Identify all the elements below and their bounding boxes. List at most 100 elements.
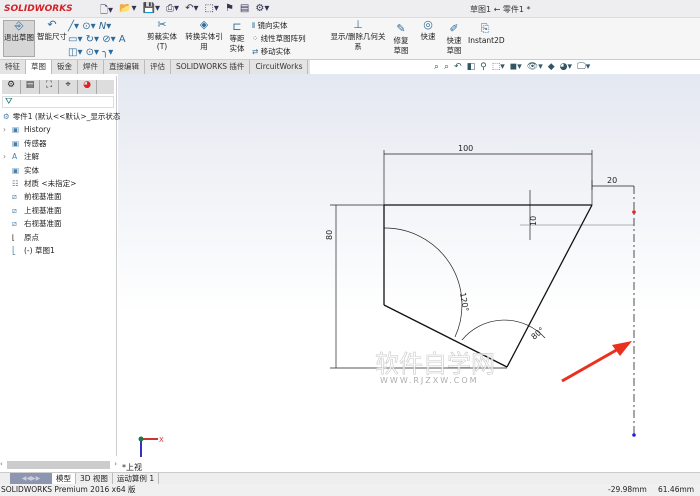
sensor-icon: ▣: [12, 138, 20, 148]
plane-icon: ⧄: [12, 205, 17, 215]
plane-icon: ⧄: [12, 219, 17, 229]
tree-item-sketch1[interactable]: ⎣ (-) 草图1: [0, 244, 116, 257]
feature-manager-panel: ⚙ ▤ ⛶ ⌖ ◕ ⛛ ⚙ 零件1 (默认<<默认>_显示状态 › ▣ History…: [0, 76, 120, 456]
repair-sketch-button[interactable]: ✎ 修复草图: [390, 22, 412, 56]
configuration-tab-icon[interactable]: ⛶: [40, 80, 59, 94]
tree-item-solid-bodies[interactable]: ▣ 实体: [0, 164, 116, 177]
tab-model[interactable]: 模型: [52, 473, 76, 484]
view-orientation-icon[interactable]: ⬚▾: [492, 62, 505, 72]
move-icon: ⇄: [252, 47, 261, 56]
tree-item-history[interactable]: › ▣ History: [0, 123, 116, 136]
origin-triad: X: [138, 436, 164, 457]
tree-item-right-plane[interactable]: ⧄ 右视基准面: [0, 217, 116, 230]
display-relations-button[interactable]: ⊥ 显示/删除几何关系: [328, 18, 388, 52]
exit-sketch-icon: ⎆: [14, 19, 24, 32]
expand-icon[interactable]: ›: [3, 123, 9, 136]
centerline-endpoint: [632, 210, 636, 214]
tab-features[interactable]: 特征: [0, 60, 26, 74]
dim-angle-120: 120°: [458, 292, 470, 313]
centerline-endpoint: [632, 433, 636, 437]
trim-button[interactable]: ✂ 剪裁实体(T): [142, 18, 182, 52]
expand-icon[interactable]: ›: [3, 150, 9, 163]
panel-horizontal-scrollbar[interactable]: ‹ ›: [0, 460, 117, 470]
smart-dimension-icon: ↶: [47, 18, 57, 31]
command-manager-ribbon: ⎆ 退出草图 ↶ 智能尺寸 ╱▾ ⊙▾ N▾ ▭▾ ↻▾ ⊘▾ A ◫▾ ⊙▾ ╮▾ ✂…: [0, 18, 700, 60]
filter-icon[interactable]: ⛛: [2, 96, 114, 108]
offset-icon: ⊏: [232, 20, 242, 33]
feature-tree-tab-icon[interactable]: ⚙: [2, 80, 21, 94]
tab-motion-study[interactable]: 运动算例 1: [113, 473, 160, 484]
watermark: 软件自学网 WWW.RJZXW.COM: [375, 350, 496, 385]
mirror-button[interactable]: ⫴ 镜向实体: [252, 21, 288, 31]
history-icon: ▣: [12, 125, 20, 135]
dynamic-annotation-icon[interactable]: ⚲: [480, 62, 487, 72]
heads-up-view-toolbar: ⌕ ⌕ ↶ ◧ ⚲ ⬚▾ ◼▾ 👁▾ ◆ ◕▾ 🖵▾: [434, 62, 590, 72]
dimxpert-tab-icon[interactable]: ⌖: [59, 80, 78, 94]
trim-icon: ✂: [157, 18, 167, 31]
tree-item-sensors[interactable]: ▣ 传感器: [0, 137, 116, 150]
instant2d-button[interactable]: ⎘ Instant2D: [468, 22, 505, 46]
panel-tabs: ⚙ ▤ ⛶ ⌖ ◕: [2, 80, 114, 94]
dim-20: 20: [607, 176, 617, 185]
plane-icon: ⧄: [12, 192, 17, 202]
tab-navigation-arrows[interactable]: ◀◀▶▶: [10, 473, 52, 484]
scroll-right-icon: ›: [114, 460, 117, 468]
tree-root[interactable]: ⚙ 零件1 (默认<<默认>_显示状态: [0, 110, 120, 123]
rapid-sketch-button[interactable]: ✐ 快速草图: [443, 22, 465, 56]
relations-icon: ⊥: [353, 18, 363, 31]
tree-item-top-plane[interactable]: ⧄ 上视基准面: [0, 204, 116, 217]
dim-10: 10: [529, 216, 538, 226]
part-icon: ⚙: [3, 112, 10, 121]
offset-entities-button[interactable]: ⊏ 等距实体: [228, 20, 246, 54]
smart-dimension-button[interactable]: ↶ 智能尺寸: [36, 18, 68, 42]
hide-show-icon[interactable]: 👁▾: [527, 62, 543, 72]
tab-3d-view[interactable]: 3D 视图: [76, 473, 113, 484]
tab-circuitworks[interactable]: CircuitWorks: [250, 60, 309, 74]
cursor-y: 61.46mm: [658, 485, 695, 494]
display-manager-tab-icon[interactable]: ◕: [78, 80, 97, 94]
material-icon: ☷: [12, 178, 19, 188]
rapid-sketch-icon: ✐: [449, 22, 459, 35]
dimension-lines: [330, 150, 634, 369]
tree-item-front-plane[interactable]: ⧄ 前视基准面: [0, 190, 116, 203]
tab-sketch[interactable]: 草图: [26, 60, 52, 74]
quick-snaps-button[interactable]: ◎ 快速: [418, 19, 438, 42]
feature-tree: ⚙ 零件1 (默认<<默认>_显示状态 › ▣ History ▣ 传感器 › A 注解 ▣…: [0, 110, 120, 257]
tab-evaluate[interactable]: 评估: [145, 60, 171, 74]
tab-weldments[interactable]: 焊件: [78, 60, 104, 74]
tree-item-origin[interactable]: ⌊ 原点: [0, 231, 116, 244]
view-settings-icon[interactable]: 🖵▾: [577, 62, 590, 72]
convert-entities-button[interactable]: ◈ 转换实体引用: [182, 18, 226, 52]
zoom-area-icon[interactable]: ⌕: [444, 62, 449, 72]
tree-item-annotations[interactable]: › A 注解: [0, 150, 116, 163]
exit-sketch-button[interactable]: ⎆ 退出草图: [3, 20, 35, 57]
linear-pattern-button[interactable]: ⁘ 线性草图阵列: [252, 34, 306, 44]
convert-entities-icon: ◈: [199, 18, 209, 31]
appearance-icon[interactable]: ◆: [548, 62, 555, 72]
annotation-icon: A: [12, 152, 18, 162]
scene-icon[interactable]: ◕▾: [560, 62, 572, 72]
instant2d-icon: ⎘: [480, 22, 490, 35]
repair-sketch-icon: ✎: [396, 22, 406, 35]
tab-direct-editing[interactable]: 直接编辑: [104, 60, 145, 74]
dim-100: 100: [458, 144, 473, 153]
solidworks-logo: SOLIDWORKS: [4, 4, 73, 14]
move-entities-button[interactable]: ⇄ 移动实体: [252, 47, 291, 57]
red-arrow-annotation: [561, 341, 632, 383]
document-title: 草图1 ← 零件1 *: [470, 5, 531, 14]
previous-view-icon[interactable]: ↶: [454, 62, 462, 72]
tab-sheet-metal[interactable]: 钣金: [52, 60, 78, 74]
graphics-area[interactable]: 100 20 10 80 120° 80° 软件自学网 WWW.RJZXW.CO…: [118, 62, 700, 471]
solid-body-icon: ▣: [12, 165, 20, 175]
section-view-icon[interactable]: ◧: [467, 62, 476, 72]
zoom-to-fit-icon[interactable]: ⌕: [434, 62, 439, 72]
command-tabs: 特征 草图 钣金 焊件 直接编辑 评估 SOLIDWORKS 插件 Circui…: [0, 60, 310, 74]
property-manager-tab-icon[interactable]: ▤: [21, 80, 40, 94]
svg-text:X: X: [159, 436, 164, 444]
title-bar: SOLIDWORKS 🗋▾ 📂▾ 💾▾ ⎙▾ ↶▾ ⬚▾ ⚑ ▤ ⚙▾ 草图1 …: [0, 0, 700, 18]
tab-addins[interactable]: SOLIDWORKS 插件: [171, 60, 251, 74]
scroll-left-icon: ‹: [0, 460, 3, 468]
tree-item-material[interactable]: ☷ 材质 <未指定>: [0, 177, 116, 190]
display-style-icon[interactable]: ◼▾: [510, 62, 522, 72]
sketch-entities-group[interactable]: ╱▾ ⊙▾ N▾ ▭▾ ↻▾ ⊘▾ A ◫▾ ⊙▾ ╮▾: [68, 20, 140, 59]
